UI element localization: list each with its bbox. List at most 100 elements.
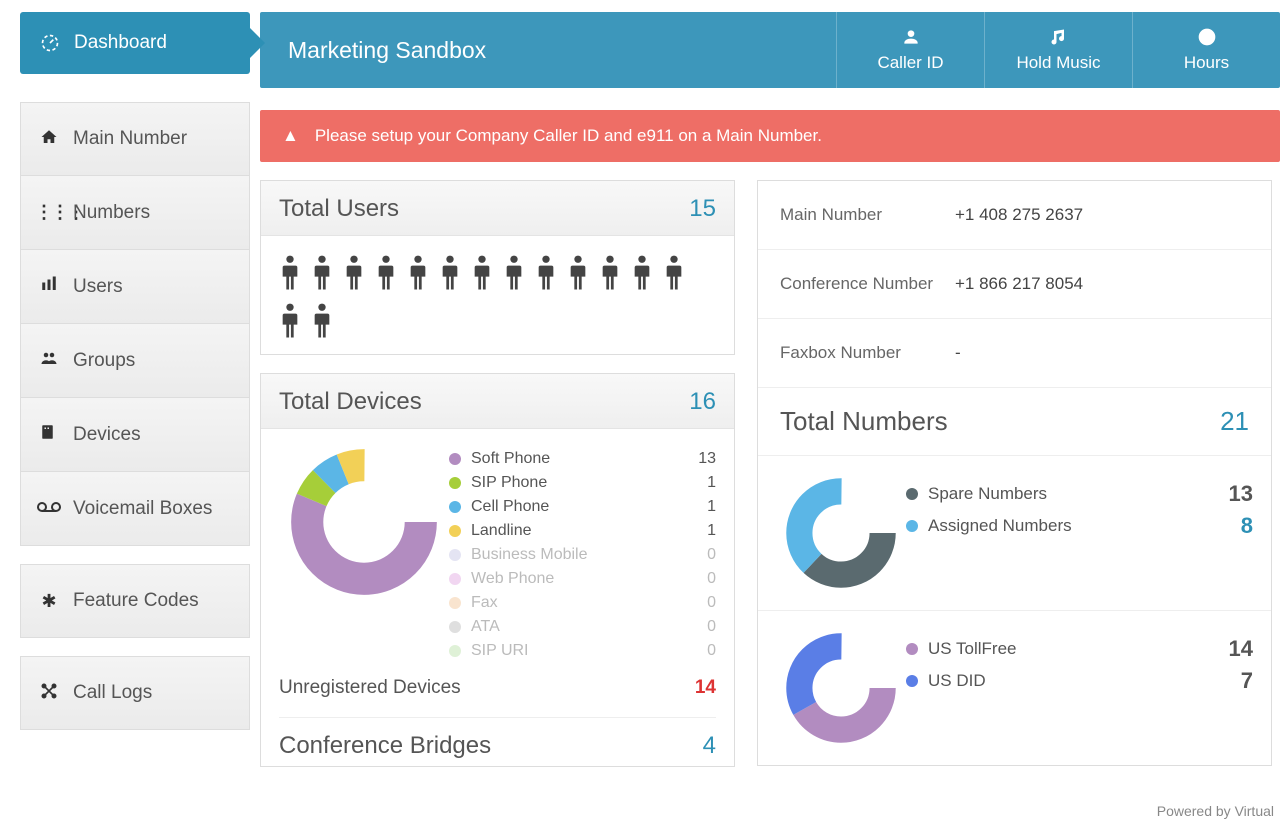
legend-row: ATA0	[449, 615, 716, 639]
devices-icon	[35, 423, 63, 446]
legend-value: 0	[676, 642, 716, 660]
sidebar-item-call-logs[interactable]: Call Logs	[20, 656, 250, 730]
clock-icon	[1197, 27, 1217, 47]
alert-text: Please setup your Company Caller ID and …	[315, 126, 822, 146]
legend-dot-icon	[906, 520, 918, 532]
conf-bridges-value: 4	[703, 732, 716, 760]
legend-dot-icon	[449, 573, 461, 585]
legend-row: Cell Phone1	[449, 495, 716, 519]
sidebar-item-feature-codes[interactable]: ✱Feature Codes	[20, 564, 250, 638]
legend-value: 13	[676, 450, 716, 468]
devices-donut	[279, 447, 449, 663]
legend-dot-icon	[449, 597, 461, 609]
legend-label: Landline	[471, 522, 676, 540]
conf-number-label: Conference Number	[780, 274, 955, 294]
fax-number-label: Faxbox Number	[780, 343, 955, 363]
caller-id-button[interactable]: Caller ID	[836, 12, 984, 88]
person-icon	[439, 254, 461, 292]
person-icon	[375, 254, 397, 292]
legend-dot-icon	[449, 525, 461, 537]
legend-label: Spare Numbers	[928, 484, 1229, 504]
total-numbers-label: Total Numbers	[780, 406, 948, 437]
call-logs-icon	[35, 681, 63, 706]
legend-dot-icon	[449, 501, 461, 513]
fax-number-value: -	[955, 343, 961, 363]
sidebar-item-label: Numbers	[73, 202, 150, 224]
legend-row: Landline1	[449, 519, 716, 543]
sidebar-item-label: Devices	[73, 424, 141, 446]
sidebar-item-label: Dashboard	[74, 32, 167, 54]
person-icon	[631, 254, 653, 292]
total-users-card: Total Users 15	[260, 180, 735, 355]
legend-label: ATA	[471, 618, 676, 636]
sidebar-item-numbers[interactable]: ⋮⋮⋮ Numbers	[20, 176, 250, 250]
legend-label: Cell Phone	[471, 498, 676, 516]
total-devices-card: Total Devices 16 Soft Phone13S	[260, 373, 735, 767]
legend-dot-icon	[449, 477, 461, 489]
person-icon	[471, 254, 493, 292]
user-icon	[901, 27, 921, 47]
page-title: Marketing Sandbox	[260, 12, 836, 88]
person-icon	[311, 302, 333, 340]
legend-dot-icon	[906, 675, 918, 687]
header-btn-label: Hours	[1184, 53, 1229, 73]
warning-icon: ▲	[282, 126, 299, 146]
person-icon	[407, 254, 429, 292]
legend-row: Spare Numbers13	[906, 478, 1253, 510]
card-title: Total Devices	[279, 388, 422, 416]
numbers-alloc-donut	[776, 478, 906, 588]
unreg-label: Unregistered Devices	[279, 677, 461, 699]
legend-row: Fax0	[449, 591, 716, 615]
legend-label: US TollFree	[928, 639, 1229, 659]
header-btn-label: Caller ID	[877, 53, 943, 73]
hours-button[interactable]: Hours	[1132, 12, 1280, 88]
total-numbers-value: 21	[1220, 406, 1249, 437]
legend-label: SIP URI	[471, 642, 676, 660]
numbers-icon: ⋮⋮⋮	[35, 202, 63, 223]
sidebar-item-label: Groups	[73, 350, 135, 372]
person-icon	[663, 254, 685, 292]
sidebar-item-groups[interactable]: Groups	[20, 324, 250, 398]
legend-value: 13	[1229, 481, 1253, 507]
person-icon	[279, 302, 301, 340]
sidebar-item-dashboard[interactable]: Dashboard	[20, 12, 250, 74]
main-number-label: Main Number	[780, 205, 955, 225]
legend-value: 0	[676, 594, 716, 612]
header-btn-label: Hold Music	[1016, 53, 1100, 73]
legend-dot-icon	[449, 549, 461, 561]
sidebar-item-voicemail-boxes[interactable]: Voicemail Boxes	[20, 472, 250, 546]
sidebar-item-label: Call Logs	[73, 682, 152, 704]
sidebar-item-label: Voicemail Boxes	[73, 498, 212, 520]
feature-codes-icon: ✱	[35, 591, 63, 612]
legend-row: Assigned Numbers8	[906, 510, 1253, 542]
sidebar-item-devices[interactable]: Devices	[20, 398, 250, 472]
main-number-icon	[35, 128, 63, 151]
person-icon	[567, 254, 589, 292]
sidebar-item-main-number[interactable]: Main Number	[20, 102, 250, 176]
legend-label: Web Phone	[471, 570, 676, 588]
card-title: Total Users	[279, 195, 399, 223]
legend-label: Fax	[471, 594, 676, 612]
legend-label: Business Mobile	[471, 546, 676, 564]
legend-value: 0	[676, 546, 716, 564]
legend-value: 1	[676, 522, 716, 540]
sidebar-item-users[interactable]: Users	[20, 250, 250, 324]
legend-label: Assigned Numbers	[928, 516, 1241, 536]
legend-row: US DID7	[906, 665, 1253, 697]
legend-row: SIP URI0	[449, 639, 716, 663]
legend-dot-icon	[449, 645, 461, 657]
person-icon	[343, 254, 365, 292]
sidebar-item-label: Main Number	[73, 128, 187, 150]
legend-value: 1	[676, 498, 716, 516]
hold-music-button[interactable]: Hold Music	[984, 12, 1132, 88]
legend-row: Business Mobile0	[449, 543, 716, 567]
legend-value: 8	[1241, 513, 1253, 539]
legend-row: Web Phone0	[449, 567, 716, 591]
users-icon	[35, 275, 63, 298]
person-icon	[535, 254, 557, 292]
users-count: 15	[689, 195, 716, 223]
legend-dot-icon	[906, 488, 918, 500]
legend-value: 0	[676, 618, 716, 636]
legend-row: Soft Phone13	[449, 447, 716, 471]
legend-dot-icon	[906, 643, 918, 655]
